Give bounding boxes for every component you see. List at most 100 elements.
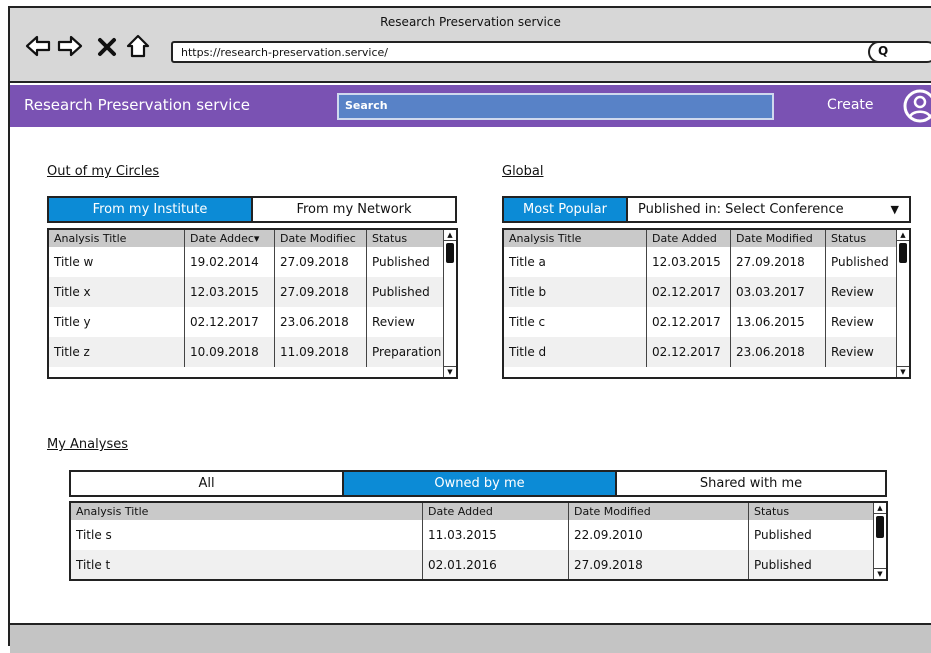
chevron-down-icon: ▼ (890, 203, 899, 216)
browser-chrome: Research Preservation service https://re… (10, 8, 931, 83)
cell-date-added: 02.12.2017 (185, 307, 275, 337)
home-icon[interactable] (124, 32, 152, 60)
cell-title: Title b (504, 277, 647, 307)
window-title: Research Preservation service (380, 15, 561, 29)
app-brand[interactable]: Research Preservation service (24, 96, 250, 114)
table-row[interactable]: Title t 02.01.2016 27.09.2018 Published (71, 550, 886, 579)
tab-owned-by-me[interactable]: Owned by me (342, 470, 617, 497)
cell-title: Title d (504, 337, 647, 367)
cell-date-modified: 23.06.2018 (275, 307, 367, 337)
cell-status: Review (372, 315, 415, 329)
circles-section-title: Out of my Circles (47, 164, 160, 179)
scroll-down-icon[interactable]: ▼ (897, 366, 909, 377)
cell-date-modified: 27.09.2018 (275, 277, 367, 307)
column-header-date-modified[interactable]: Date Modified (569, 503, 749, 520)
scroll-down-icon[interactable]: ▼ (444, 366, 456, 377)
cell-title: Title x (49, 277, 185, 307)
column-header-date-modified[interactable]: Date Modified (731, 230, 826, 247)
status-bar (10, 623, 931, 653)
cell-title: Title s (71, 520, 423, 550)
vertical-scrollbar[interactable]: ▲ ▼ (443, 230, 456, 377)
table-row[interactable]: Title s 11.03.2015 22.09.2010 Published (71, 520, 886, 550)
dropdown-label: Published in: Select Conference (638, 202, 844, 217)
cell-status: Published (372, 255, 430, 269)
magnifier-icon: Q (878, 44, 889, 58)
table-header-row: Analysis Title Date Added Date Modified … (504, 230, 909, 247)
user-avatar-icon[interactable] (903, 89, 931, 123)
cell-date-modified: 27.09.2018 (569, 550, 749, 579)
search-input[interactable]: Search (337, 93, 774, 120)
browser-window: Research Preservation service https://re… (8, 6, 931, 653)
column-header-status[interactable]: Status (367, 230, 447, 247)
scroll-up-icon[interactable]: ▲ (874, 503, 886, 514)
forward-arrow-icon[interactable] (56, 32, 84, 60)
table-header-row: Analysis Title Date Addec▾ Date Modifiec… (49, 230, 456, 247)
cell-title: Title c (504, 307, 647, 337)
cell-title: Title y (49, 307, 185, 337)
vertical-scrollbar[interactable]: ▲ ▼ (873, 503, 886, 579)
circles-tabs: From my Institute From my Network (47, 196, 457, 223)
cell-date-added: 12.03.2015 (185, 277, 275, 307)
stop-close-icon[interactable] (96, 36, 118, 58)
table-row[interactable]: Title b 02.12.2017 03.03.2017 Review (504, 277, 909, 307)
table-row[interactable]: Title a 12.03.2015 27.09.2018 Published (504, 247, 909, 277)
column-header-title[interactable]: Analysis Title (71, 503, 423, 520)
cell-date-modified: 03.03.2017 (731, 277, 826, 307)
column-header-status[interactable]: Status (749, 503, 875, 520)
tab-all[interactable]: All (69, 470, 344, 497)
column-header-date-added[interactable]: Date Added (647, 230, 731, 247)
tab-shared-with-me[interactable]: Shared with me (615, 470, 887, 497)
cell-status: Review (831, 285, 874, 299)
cell-date-modified: 13.06.2015 (731, 307, 826, 337)
vertical-scrollbar[interactable]: ▲ ▼ (896, 230, 909, 377)
cell-status: Published (754, 528, 812, 542)
scroll-thumb[interactable] (876, 516, 884, 538)
table-row[interactable]: Title z 10.09.2018 11.09.2018 Preparatio… (49, 337, 456, 367)
scroll-up-icon[interactable]: ▲ (444, 230, 456, 241)
column-header-date-added[interactable]: Date Addec▾ (185, 230, 275, 247)
table-row[interactable]: Title x 12.03.2015 27.09.2018 Published (49, 277, 456, 307)
table-row[interactable]: Title y 02.12.2017 23.06.2018 Review (49, 307, 456, 337)
cell-title: Title a (504, 247, 647, 277)
cell-date-modified: 23.06.2018 (731, 337, 826, 367)
tab-from-my-institute[interactable]: From my Institute (47, 196, 253, 223)
scroll-down-icon[interactable]: ▼ (874, 568, 886, 579)
cell-date-added: 02.01.2016 (423, 550, 569, 579)
column-header-date-added[interactable]: Date Added (423, 503, 569, 520)
cell-status: Review (831, 345, 874, 359)
cell-date-added: 12.03.2015 (647, 247, 731, 277)
back-arrow-icon[interactable] (24, 32, 52, 60)
tab-most-popular[interactable]: Most Popular (502, 196, 628, 223)
circles-table: Analysis Title Date Addec▾ Date Modifiec… (47, 228, 458, 379)
url-bar[interactable]: https://research-preservation.service/ (171, 41, 881, 63)
cell-status: Review (831, 315, 874, 329)
cell-date-modified: 22.09.2010 (569, 520, 749, 550)
cell-date-modified: 27.09.2018 (275, 247, 367, 277)
browser-search-field[interactable]: Q (868, 41, 931, 63)
cell-date-added: 02.12.2017 (647, 277, 731, 307)
my-analyses-tabs: All Owned by me Shared with me (69, 470, 887, 497)
scroll-thumb[interactable] (899, 243, 907, 263)
table-row[interactable]: Title d 02.12.2017 23.06.2018 Review (504, 337, 909, 367)
cell-status: Published (831, 255, 889, 269)
scroll-up-icon[interactable]: ▲ (897, 230, 909, 241)
cell-date-added: 02.12.2017 (647, 337, 731, 367)
global-table: Analysis Title Date Added Date Modified … (502, 228, 911, 379)
conference-dropdown[interactable]: Published in: Select Conference ▼ (626, 196, 911, 223)
column-header-date-modified[interactable]: Date Modifiec (275, 230, 367, 247)
my-analyses-section-title: My Analyses (47, 437, 128, 452)
cell-date-modified: 27.09.2018 (731, 247, 826, 277)
table-row[interactable]: Title c 02.12.2017 13.06.2015 Review (504, 307, 909, 337)
tab-from-my-network[interactable]: From my Network (251, 196, 457, 223)
cell-status: Published (754, 558, 812, 572)
cell-date-added: 10.09.2018 (185, 337, 275, 367)
create-button[interactable]: Create (827, 97, 874, 113)
column-header-status[interactable]: Status (826, 230, 898, 247)
table-row[interactable]: Title w 19.02.2014 27.09.2018 Published (49, 247, 456, 277)
cell-date-added: 02.12.2017 (647, 307, 731, 337)
cell-date-added: 19.02.2014 (185, 247, 275, 277)
scroll-thumb[interactable] (446, 243, 454, 263)
cell-date-added: 11.03.2015 (423, 520, 569, 550)
column-header-title[interactable]: Analysis Title (504, 230, 647, 247)
column-header-title[interactable]: Analysis Title (49, 230, 185, 247)
